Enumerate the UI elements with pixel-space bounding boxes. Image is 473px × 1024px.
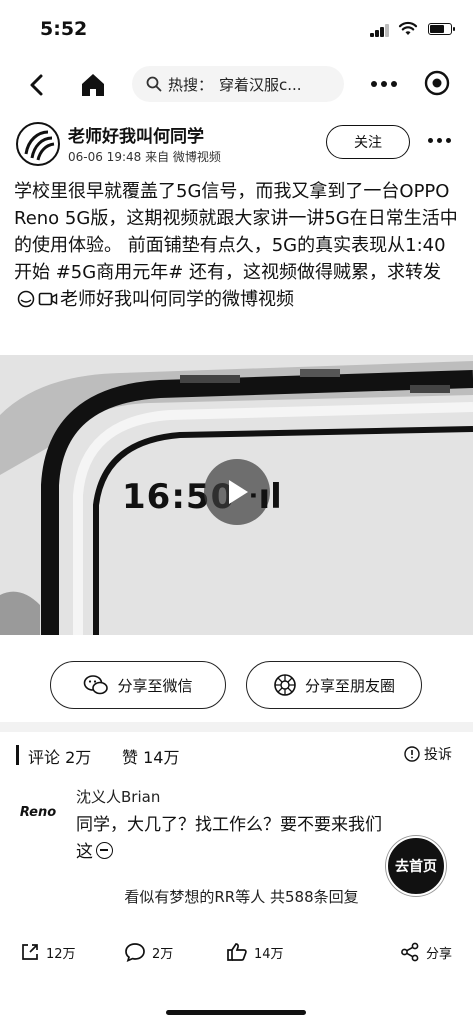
- mini-program-close-icon[interactable]: [422, 68, 452, 98]
- moments-icon: [274, 674, 296, 696]
- comment-tabs: 评论 2万 赞 14万 投诉: [0, 738, 473, 772]
- avatar-logo-icon: [24, 130, 55, 161]
- home-indicator: [166, 1010, 306, 1015]
- search-hot-prefix: 热搜：: [168, 75, 214, 94]
- follow-button[interactable]: 关注: [326, 125, 410, 159]
- comment-button[interactable]: 2万: [124, 942, 173, 962]
- wechat-icon: [84, 675, 109, 695]
- post-body: 学校里很早就覆盖了5G信号，而我又拿到了一台OPPO Reno 5G版，这期视频…: [14, 181, 458, 283]
- share-to-moments-button[interactable]: 分享至朋友圈: [246, 661, 422, 709]
- section-divider: [0, 722, 473, 732]
- post-header: 老师好我叫何同学 06-06 19:48 来自 微博视频 关注: [0, 112, 473, 174]
- share-to-moments-label: 分享至朋友圈: [304, 676, 395, 695]
- report-icon: [404, 746, 420, 762]
- share-label: 分享: [426, 946, 453, 962]
- wifi-icon: [398, 21, 418, 35]
- speechless-emoji-icon: [96, 842, 113, 859]
- search-icon: [146, 76, 162, 92]
- doge-emoji-icon: [17, 290, 35, 308]
- more-options-icon[interactable]: [366, 70, 402, 98]
- status-bar: 5:52: [0, 0, 473, 58]
- comment-count: 2万: [152, 946, 174, 962]
- repost-button[interactable]: 12万: [20, 942, 76, 962]
- tab-likes[interactable]: 赞 14万: [122, 744, 179, 768]
- video-overlay-signal: ᐧıl: [248, 477, 282, 517]
- commenter-name[interactable]: 沈义人Brian: [76, 786, 160, 807]
- commenter-avatar[interactable]: Reno: [16, 790, 60, 834]
- video-link-icon: [38, 292, 58, 306]
- share-to-wechat-button[interactable]: 分享至微信: [50, 661, 226, 709]
- video-player[interactable]: 16:50 ᐧıl: [0, 355, 473, 635]
- cellular-signal-icon: [370, 23, 390, 37]
- play-icon: [229, 480, 248, 504]
- like-button[interactable]: 14万: [226, 942, 284, 962]
- active-tab-indicator: [16, 745, 19, 765]
- comment-icon: [125, 943, 145, 962]
- report-label: 投诉: [424, 747, 452, 763]
- author-avatar[interactable]: [16, 122, 60, 166]
- battery-icon: [428, 23, 455, 35]
- author-name[interactable]: 老师好我叫何同学: [68, 122, 204, 147]
- thumbs-up-icon: [227, 943, 247, 961]
- bottom-toolbar: 12万 2万 14万 分享: [0, 930, 473, 980]
- post-text: 学校里很早就覆盖了5G信号，而我又拿到了一台OPPO Reno 5G版，这期视频…: [14, 178, 462, 313]
- report-button[interactable]: 投诉: [404, 744, 452, 764]
- share-to-wechat-label: 分享至微信: [117, 676, 193, 695]
- repost-count: 12万: [46, 946, 76, 962]
- post-more-icon[interactable]: [428, 138, 451, 143]
- status-time: 5:52: [40, 18, 88, 40]
- search-hot-query: 穿着汉服c...: [219, 75, 302, 94]
- repost-icon: [22, 944, 38, 960]
- video-link[interactable]: 老师好我叫何同学的微博视频: [60, 289, 294, 310]
- share-button[interactable]: 分享: [400, 942, 452, 962]
- post-meta: 06-06 19:48 来自 微博视频: [68, 150, 221, 164]
- tab-comments[interactable]: 评论 2万: [28, 744, 91, 768]
- reply-summary[interactable]: 看似有梦想的RR等人 共588条回复: [0, 886, 473, 907]
- comment-text: 同学，大几了？找工作么？要不要来我们这: [76, 812, 396, 866]
- search-box[interactable]: 热搜： 穿着汉服c...: [132, 66, 344, 102]
- back-arrow-icon[interactable]: [22, 70, 52, 100]
- share-row: 分享至微信 分享至朋友圈: [0, 655, 473, 717]
- nav-bar: 热搜： 穿着汉服c...: [0, 58, 473, 110]
- comment-body: 同学，大几了？找工作么？要不要来我们这: [76, 815, 382, 862]
- share-icon: [401, 942, 419, 962]
- battery-level: [430, 25, 444, 33]
- like-count: 14万: [254, 946, 284, 962]
- home-icon[interactable]: [78, 70, 108, 100]
